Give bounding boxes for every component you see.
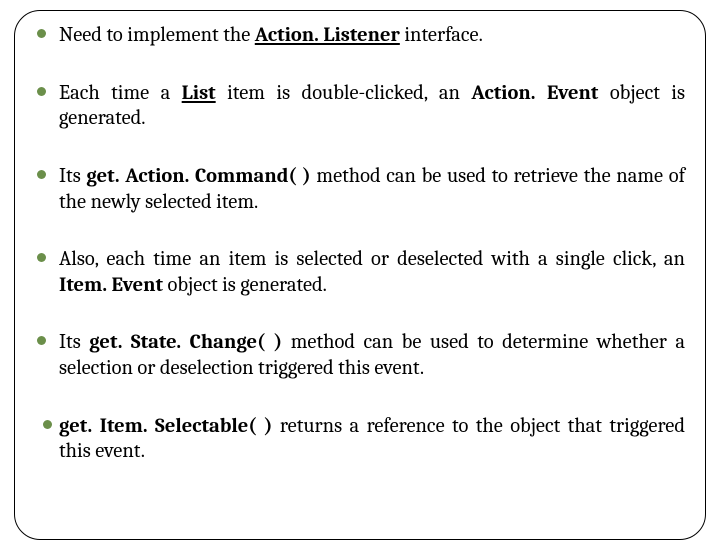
slide-frame: Need to implement the Action. Listener i… <box>14 10 706 540</box>
text-run: Also, each time an item is selected or d… <box>59 248 685 271</box>
text-run: Its <box>59 331 89 354</box>
text-run: Its <box>59 165 86 188</box>
text-run-bold: Item. Event <box>59 274 163 297</box>
bullet-text: Need to implement the Action. Listener i… <box>59 24 483 47</box>
bullet-text: Its get. State. Change( ) method can be … <box>59 331 685 380</box>
text-run-bold: Action. Event <box>471 82 598 105</box>
slide: Need to implement the Action. Listener i… <box>0 0 720 540</box>
text-run: object is generated. <box>163 274 327 297</box>
bullet-icon <box>43 420 52 429</box>
bullet-icon <box>37 87 46 96</box>
bullet-icon <box>37 170 46 179</box>
bullet-text: Each time a List item is double-clicked,… <box>59 82 685 131</box>
bullet-item: get. Item. Selectable( ) returns a refer… <box>35 414 685 465</box>
bullet-list: Need to implement the Action. Listener i… <box>35 23 685 465</box>
bullet-item: Also, each time an item is selected or d… <box>35 247 685 298</box>
text-run-bold-underline: List <box>182 82 216 105</box>
text-run-bold-underline: Action. Listener <box>255 24 400 47</box>
text-run: item is double-clicked, an <box>216 82 472 105</box>
bullet-text: get. Item. Selectable( ) returns a refer… <box>59 415 685 464</box>
text-run: interface. <box>400 24 483 47</box>
text-run-bold: get. State. Change( ) <box>89 331 282 354</box>
bullet-text: Its get. Action. Command( ) method can b… <box>59 165 685 214</box>
bullet-icon <box>37 29 46 38</box>
bullet-icon <box>37 336 46 345</box>
text-run-bold: get. Action. Command( ) <box>86 165 310 188</box>
bullet-item: Its get. Action. Command( ) method can b… <box>35 164 685 215</box>
bullet-icon <box>37 253 46 262</box>
bullet-text: Also, each time an item is selected or d… <box>59 248 685 297</box>
text-run: Each time a <box>59 82 182 105</box>
bullet-item: Need to implement the Action. Listener i… <box>35 23 685 49</box>
text-run-bold: get. Item. Selectable( ) <box>59 415 272 438</box>
bullet-item: Its get. State. Change( ) method can be … <box>35 330 685 381</box>
text-run: Need to implement the <box>59 24 255 47</box>
bullet-item: Each time a List item is double-clicked,… <box>35 81 685 132</box>
